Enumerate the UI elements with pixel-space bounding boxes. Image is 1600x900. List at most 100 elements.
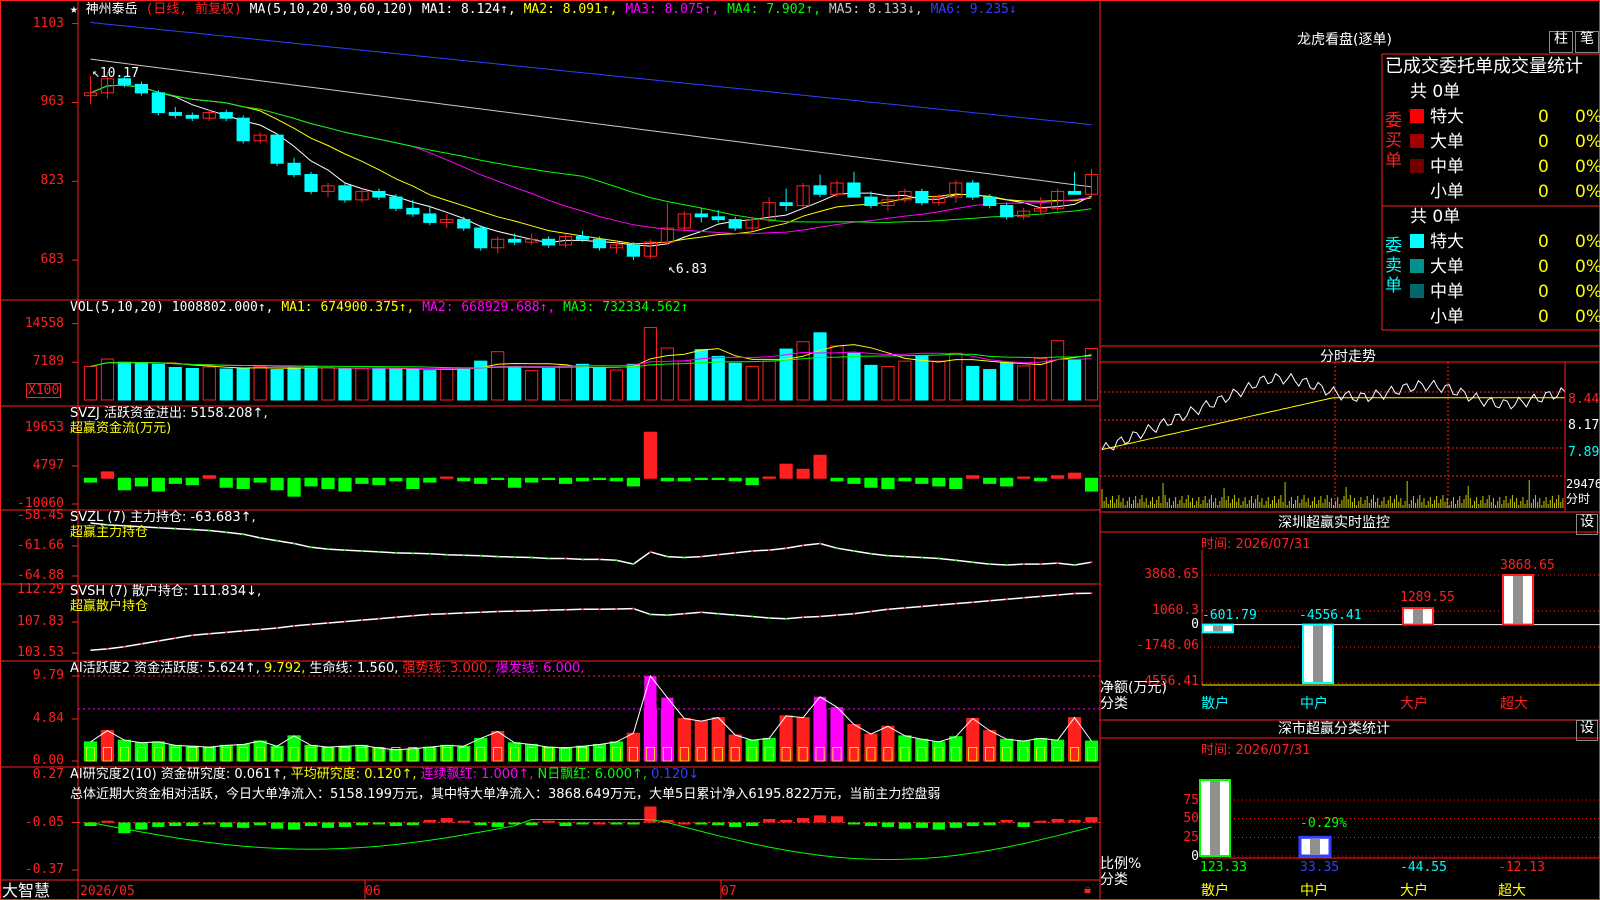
- classify-val-large: -44.55: [1400, 860, 1447, 875]
- ma5-value: MA5: 8.133↓,: [828, 2, 923, 17]
- svsh-dot: [581, 608, 584, 611]
- period-mode[interactable]: (日线, 前复权): [146, 2, 242, 17]
- svsh-dot: [157, 639, 160, 642]
- svsh-dot: [106, 647, 109, 650]
- ai-res-bar: [881, 822, 895, 827]
- header-traded[interactable]: 已成交: [1385, 56, 1439, 77]
- ai-res-bar: [101, 820, 114, 823]
- ma6-value: MA6: 9.235↓: [930, 2, 1017, 17]
- buy-total: 共 0单: [1410, 82, 1461, 102]
- sell-row-count: 0: [1538, 257, 1549, 277]
- ai-res-bar: [271, 822, 284, 829]
- vol-bar: [321, 366, 335, 401]
- vol-bar: [1017, 365, 1031, 401]
- svzl-dot: [903, 555, 906, 558]
- vol-bar: [270, 369, 284, 401]
- price-axis-label-1: 963: [40, 94, 64, 110]
- stock-name[interactable]: 神州泰岳: [86, 2, 138, 17]
- svzj-bar: [541, 477, 556, 481]
- svzj-bar: [100, 471, 115, 479]
- ai-res-legend: AI研究度2(10) 资金研究度: 0.061↑, 平均研究度: 0.120↑,…: [70, 767, 699, 782]
- svsh-dot: [700, 611, 703, 614]
- svzl-dot: [225, 531, 228, 534]
- candle-body: [423, 213, 437, 223]
- svsh-dot: [377, 617, 380, 620]
- monitor-cat-large: 大户: [1400, 696, 1428, 712]
- svzl-dot: [581, 558, 584, 561]
- vol-bar: [881, 365, 895, 401]
- tab-bar-view[interactable]: 柱: [1549, 31, 1573, 53]
- vol-bar: [541, 368, 556, 401]
- svsh-dot: [1073, 592, 1076, 595]
- svzj-bar: [491, 477, 505, 481]
- svzl-dot: [1005, 563, 1008, 566]
- candle-body: [270, 134, 284, 164]
- monitor-settings-button[interactable]: 设: [1576, 514, 1598, 535]
- monitor-cat-retail: 散户: [1201, 696, 1229, 712]
- buy-row-pct: 0%: [1575, 182, 1600, 202]
- vol-ma2: MA2: 668929.688↑,: [422, 300, 556, 315]
- vol-bar: [1000, 362, 1014, 401]
- classify-bar-label: -0.29%: [1300, 816, 1347, 831]
- vol-bar: [575, 363, 590, 401]
- monitor-ylabel: 净额(万元): [1100, 680, 1167, 696]
- svsh-dot: [1056, 593, 1059, 596]
- chart-canvas[interactable]: [0, 0, 1600, 900]
- svzl-axis-label-1: -61.66: [17, 537, 64, 553]
- ai-res-bar: [1085, 817, 1098, 823]
- header-orders[interactable]: 委托单: [1439, 56, 1493, 77]
- minute-title: 分时走势: [1320, 349, 1376, 365]
- ai-res-bar: [898, 822, 911, 829]
- classify-xlabel: 分类: [1100, 872, 1128, 888]
- candle-body: [508, 238, 522, 243]
- candle-body: [779, 202, 793, 207]
- svzl-dot: [496, 555, 499, 558]
- svzl-dot: [445, 553, 448, 556]
- svzl-dot: [242, 533, 245, 536]
- svzj-bar: [915, 477, 929, 484]
- classify-cat-mid: 中户: [1300, 883, 1328, 899]
- ai-act-axis-label-0: 9.79: [32, 668, 64, 683]
- ai-res-bar: [440, 818, 453, 823]
- ma2-value: MA2: 8.091↑,: [523, 2, 618, 17]
- svzj-bar: [779, 463, 793, 479]
- candle-body: [134, 83, 148, 94]
- header-volume-stats[interactable]: 成交量统计: [1493, 56, 1583, 77]
- buy-swatch-0: [1410, 109, 1424, 123]
- svsh-line: [90, 592, 1092, 652]
- svzl-dot: [259, 536, 262, 539]
- sell-row-pct: 0%: [1575, 307, 1600, 327]
- classify-title: 深市超赢分类统计: [1278, 721, 1390, 737]
- vol-unit-badge[interactable]: X100: [26, 383, 62, 398]
- classify-val-retail: 123.33: [1200, 860, 1247, 875]
- tab-tick-view[interactable]: 笔: [1575, 31, 1599, 53]
- candle-body: [304, 174, 318, 192]
- ai-res-bar: [355, 822, 369, 826]
- svzj-bar: [813, 454, 827, 479]
- high-price-label: 10.17: [99, 66, 139, 81]
- ai-res-bar: [813, 815, 827, 823]
- classify-bar-1-shade: [1310, 838, 1320, 855]
- classify-val-super: -12.13: [1498, 860, 1545, 875]
- svzj-bar: [321, 477, 335, 489]
- vol-bar: [626, 363, 641, 401]
- svzl-dot: [920, 556, 923, 559]
- svsh-dot: [819, 615, 822, 618]
- svzj-bar: [1084, 477, 1099, 492]
- ai-res-bar: [1068, 819, 1081, 823]
- vol-bar: [83, 365, 98, 401]
- sell-swatch-2: [1410, 284, 1424, 298]
- svzj-bar: [304, 477, 318, 487]
- vol-bar: [813, 332, 827, 401]
- svsh-dot: [971, 601, 974, 604]
- svzj-bar: [1017, 476, 1031, 479]
- brand-label[interactable]: 大智慧: [2, 882, 50, 900]
- svzl-dot: [327, 548, 330, 551]
- lock-icon[interactable]: 🔒︎: [1084, 882, 1091, 897]
- svzj-bar: [1034, 477, 1048, 482]
- classify-settings-button[interactable]: 设: [1576, 720, 1598, 741]
- svzl-dot: [293, 542, 296, 545]
- vol-axis-label-1: 7189: [32, 354, 64, 370]
- monitor-label-large: 1289.55: [1400, 590, 1455, 605]
- monitor-axis-0: 3868.65: [1144, 567, 1199, 582]
